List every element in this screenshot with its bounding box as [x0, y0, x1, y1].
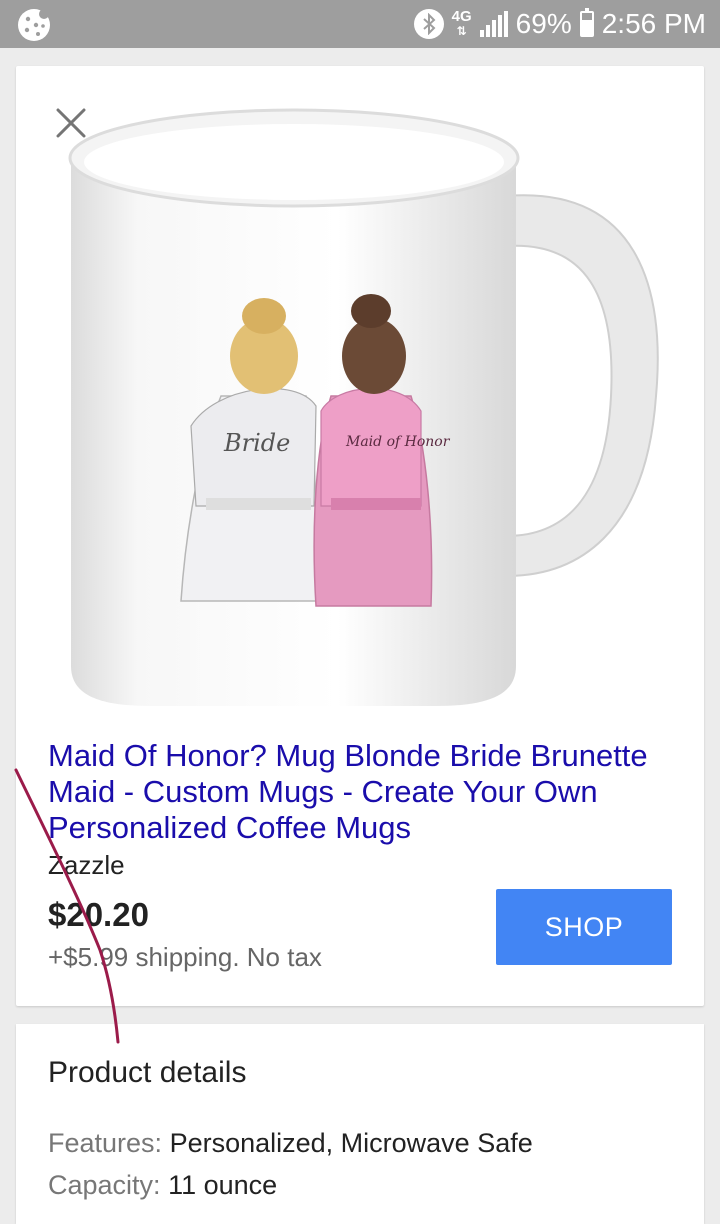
network-label: 4G	[451, 8, 472, 25]
seller-name: Zazzle	[48, 850, 125, 880]
signal-icon	[479, 11, 508, 37]
bluetooth-icon	[413, 9, 444, 39]
status-indicators: 4G ⇅ 69% 2:56 PM	[413, 6, 706, 42]
mug-text-bride: Bride	[223, 429, 290, 457]
product-details-card: Product details Features: Personalized, …	[16, 1024, 704, 1224]
network-4g-icon: 4G ⇅	[451, 8, 472, 38]
close-icon[interactable]	[54, 106, 88, 140]
detail-label: Features:	[48, 1128, 163, 1158]
battery-percent: 69%	[515, 8, 572, 39]
battery-icon	[579, 8, 594, 37]
detail-row-features: Features: Personalized, Microwave Safe	[48, 1128, 533, 1159]
cookie-app-icon	[18, 9, 50, 41]
mug-product-image: Bride Maid of Honor	[68, 108, 659, 706]
detail-value: Personalized, Microwave Safe	[169, 1128, 533, 1158]
product-price: $20.20	[48, 896, 149, 933]
product-title-link[interactable]: Maid Of Honor? Mug Blonde Bride Brunette…	[48, 738, 678, 846]
detail-row-capacity: Capacity: 11 ounce	[48, 1170, 277, 1201]
product-card: Bride Maid of Honor Maid Of Honor? Mug B…	[16, 66, 704, 1006]
shop-button[interactable]: SHOP	[496, 889, 672, 965]
shipping-info: +$5.99 shipping. No tax	[48, 942, 322, 972]
clock: 2:56 PM	[601, 8, 706, 39]
status-bar: 4G ⇅ 69% 2:56 PM	[0, 0, 720, 48]
product-details-heading: Product details	[48, 1056, 247, 1089]
mug-text-maid: Maid of Honor	[345, 434, 451, 450]
